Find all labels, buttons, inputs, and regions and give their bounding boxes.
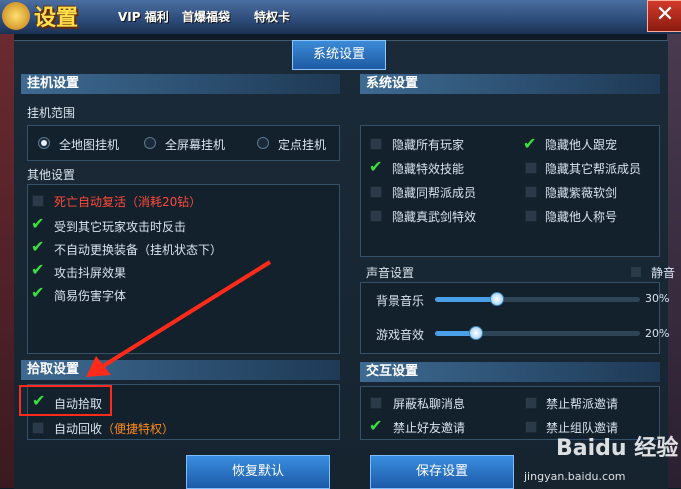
watermark-url: jingyan.baidu.com [524,470,626,483]
watermark-logo: Baidu 经验 [556,436,679,461]
arrow-head [86,356,111,377]
arrow-shaft [98,260,272,370]
annotation-arrow [86,260,272,377]
